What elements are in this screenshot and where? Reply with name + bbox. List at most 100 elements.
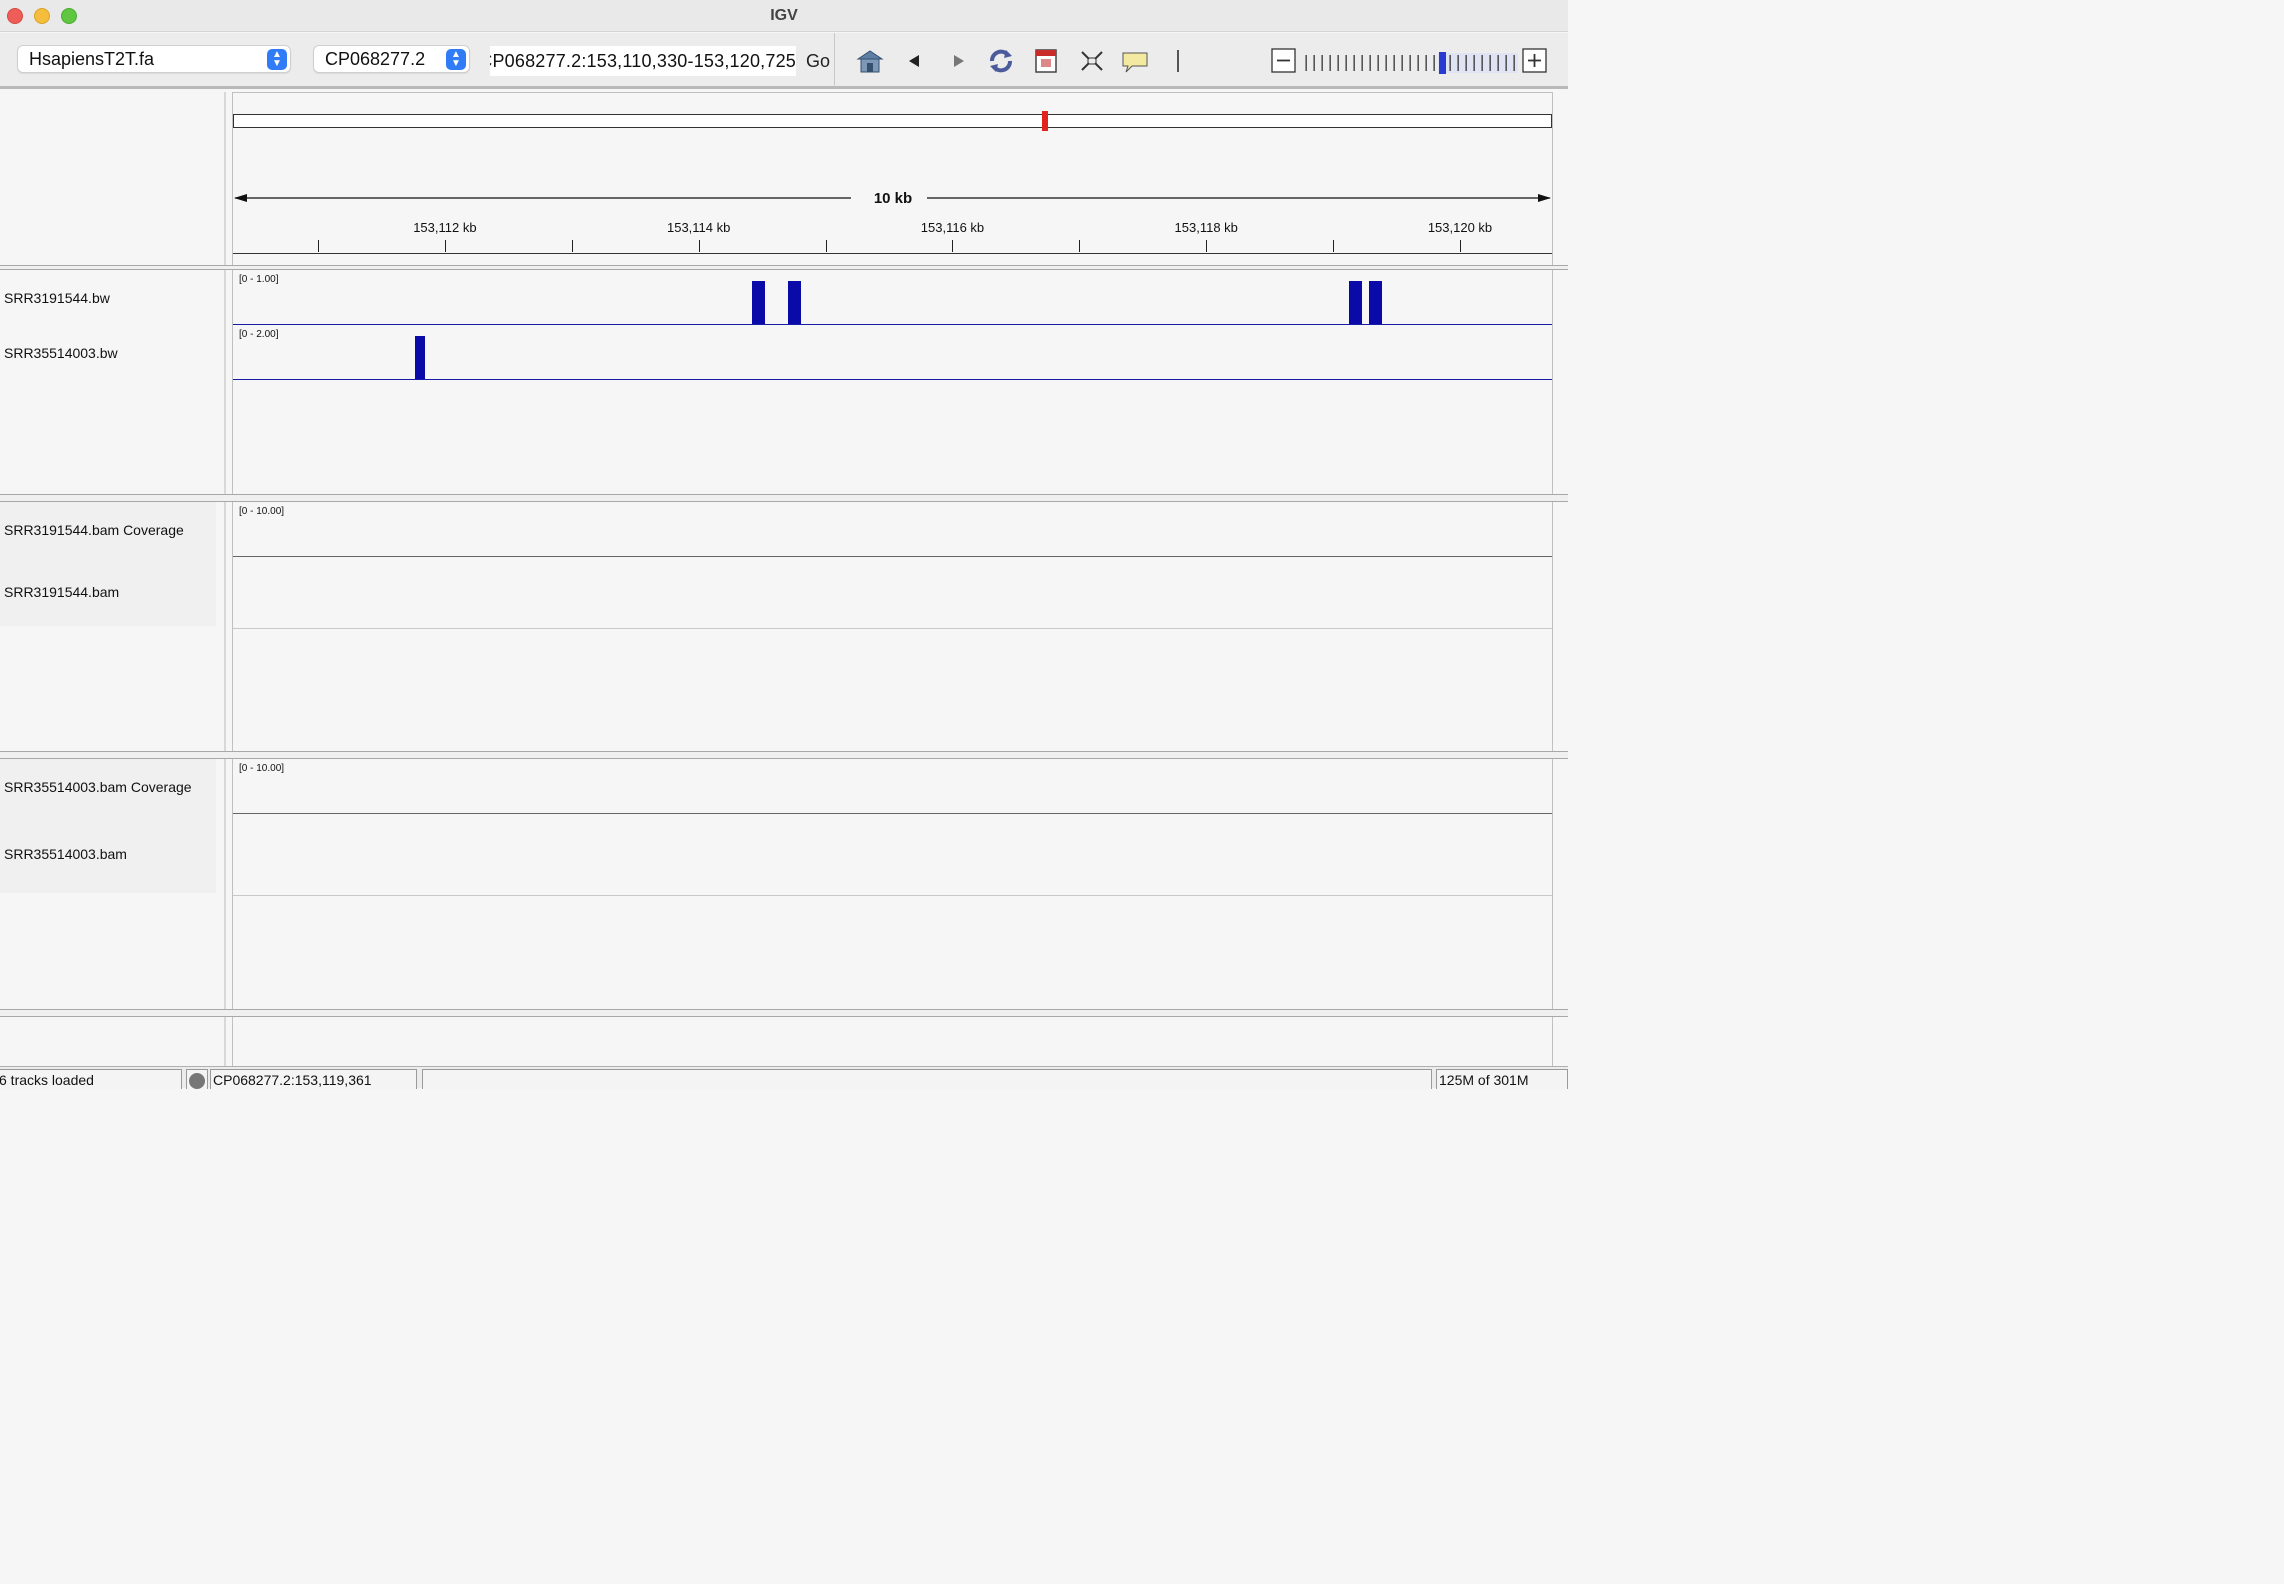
message-status [422, 1069, 1432, 1089]
panel-splitter[interactable] [224, 270, 226, 494]
zoom-tick[interactable] [1409, 55, 1411, 71]
zoom-tick[interactable] [1361, 55, 1363, 71]
zoom-tick[interactable] [1489, 55, 1491, 71]
title-bar: IGV [0, 0, 1568, 32]
zoom-tick[interactable] [1353, 55, 1355, 71]
chromosome-dropdown[interactable]: CP068277.2 ▲ ▼ [313, 45, 470, 73]
zoom-tick[interactable] [1329, 55, 1331, 71]
ruler-tick [444, 240, 446, 252]
zoom-tick[interactable] [1385, 55, 1387, 71]
zoom-tick[interactable] [1457, 55, 1459, 71]
bam2-bottom-line [233, 895, 1552, 896]
ruler-minor-tick [1333, 240, 1335, 252]
fit-to-window-icon[interactable] [1077, 47, 1107, 75]
panel-splitter[interactable] [224, 759, 226, 1009]
zoom-tick[interactable] [1393, 55, 1395, 71]
zoom-tick[interactable] [1473, 55, 1475, 71]
feature-data-panel[interactable] [232, 1017, 1553, 1066]
bw2-baseline [233, 379, 1552, 380]
ruler-tick [952, 240, 954, 252]
chromosome-dropdown-value: CP068277.2 [325, 49, 426, 69]
zoom-tick[interactable] [1433, 55, 1435, 71]
bw1-signal-bar [1348, 281, 1362, 324]
ruler-tick [698, 240, 700, 252]
ruler-minor-tick [825, 240, 827, 252]
home-icon[interactable] [855, 47, 885, 75]
panel-divider[interactable] [0, 751, 1568, 759]
zoom-tick[interactable] [1345, 55, 1347, 71]
toolbar: HsapiensT2T.fa ▲ ▼ CP068277.2 ▲ ▼ CP068277… [0, 33, 1568, 89]
chevron-updown-icon: ▲ ▼ [446, 49, 466, 70]
chevron-updown-icon: ▲ ▼ [267, 49, 287, 70]
track-name-bam1[interactable]: SRR3191544.bam [4, 584, 119, 600]
panel-splitter[interactable] [224, 92, 226, 266]
zoom-out-button[interactable] [1271, 48, 1297, 74]
zoom-slider[interactable] [1302, 51, 1518, 75]
cov1-baseline [233, 556, 1552, 557]
ruler-icon[interactable] [1164, 47, 1194, 75]
ruler-tick-label: 153,116 kb [920, 220, 985, 235]
track-name-bw1[interactable]: SRR3191544.bw [4, 290, 110, 306]
zoom-tick[interactable] [1513, 55, 1515, 71]
track-name-bam2[interactable]: SRR35514003.bam [4, 846, 127, 862]
genome-dropdown[interactable]: HsapiensT2T.fa ▲ ▼ [17, 45, 291, 73]
ruler-panel[interactable]: 10 kb 153,112 kb 153,114 kb 153,116 kb 153,… [232, 92, 1553, 266]
ruler-tick-label: 153,120 kb [1427, 220, 1493, 235]
zoom-tick[interactable] [1417, 55, 1419, 71]
zoom-tick[interactable] [1465, 55, 1467, 71]
bw1-signal-bar [1369, 281, 1383, 324]
toolbar-separator [834, 33, 835, 87]
track-name-cov1[interactable]: SRR3191544.bam Coverage [4, 522, 184, 538]
zoom-tick[interactable] [1305, 55, 1307, 71]
zoom-tick[interactable] [1401, 55, 1403, 71]
track-range-bw1: [0 - 1.00] [239, 274, 279, 285]
zoom-tick[interactable] [1481, 55, 1483, 71]
zoom-slider-thumb[interactable] [1439, 52, 1446, 74]
bam2-name-panel: SRR35514003.bam Coverage SRR35514003.bam [0, 759, 225, 1009]
ruler-minor-tick [571, 240, 573, 252]
bam1-bottom-line [233, 628, 1552, 629]
chromosome-ideogram[interactable] [233, 114, 1552, 128]
activity-indicator [186, 1069, 208, 1089]
bam2-data-panel[interactable]: [0 - 10.00] [232, 759, 1553, 1009]
go-button[interactable]: Go [806, 51, 830, 72]
ruler-minor-tick [1079, 240, 1081, 252]
memory-status: 125M of 301M [1436, 1069, 1568, 1089]
panel-splitter[interactable] [224, 1017, 226, 1066]
panel-splitter[interactable] [224, 502, 226, 751]
track-range-cov1: [0 - 10.00] [239, 506, 285, 517]
panel-divider[interactable] [0, 494, 1568, 502]
zoom-tick[interactable] [1377, 55, 1379, 71]
ruler-tick-label: 153,112 kb [413, 220, 477, 235]
region-of-interest-icon[interactable] [1032, 47, 1062, 75]
track-name-bw2[interactable]: SRR35514003.bw [4, 345, 118, 361]
zoom-tick[interactable] [1505, 55, 1507, 71]
current-view-marker [1041, 111, 1048, 131]
bw1-baseline [233, 324, 1552, 325]
zoom-in-button[interactable] [1522, 48, 1548, 74]
track-name-cov2[interactable]: SRR35514003.bam Coverage [4, 779, 192, 795]
bw1-signal-bar [752, 281, 766, 324]
locus-search-input[interactable]: CP068277.2:153,110,330-153,120,725 [490, 46, 796, 76]
panel-divider[interactable] [0, 1009, 1568, 1017]
zoom-tick[interactable] [1497, 55, 1499, 71]
zoom-tick[interactable] [1425, 55, 1427, 71]
zoom-tick[interactable] [1321, 55, 1323, 71]
bam1-data-panel[interactable]: [0 - 10.00] [232, 502, 1553, 751]
ruler-baseline [233, 253, 1552, 254]
ruler-tick-label: 153,114 kb [666, 220, 731, 235]
ruler-tick-label: 153,118 kb [1174, 220, 1238, 235]
popup-info-icon[interactable] [1120, 47, 1150, 75]
zoom-tick[interactable] [1313, 55, 1315, 71]
zoom-tick[interactable] [1449, 55, 1451, 71]
zoom-tick[interactable] [1369, 55, 1371, 71]
bam1-name-panel: SRR3191544.bam Coverage SRR3191544.bam [0, 502, 225, 751]
back-arrow-icon[interactable] [900, 47, 930, 75]
forward-arrow-icon[interactable] [943, 47, 973, 75]
ruler-tick [1460, 240, 1461, 252]
refresh-icon[interactable] [986, 47, 1016, 75]
zoom-tick[interactable] [1337, 55, 1339, 71]
bigwig-data-panel[interactable]: [0 - 1.00] [0 - 2.00] [232, 270, 1553, 494]
track-range-bw2: [0 - 2.00] [239, 329, 279, 340]
track-range-cov2: [0 - 10.00] [239, 763, 285, 774]
